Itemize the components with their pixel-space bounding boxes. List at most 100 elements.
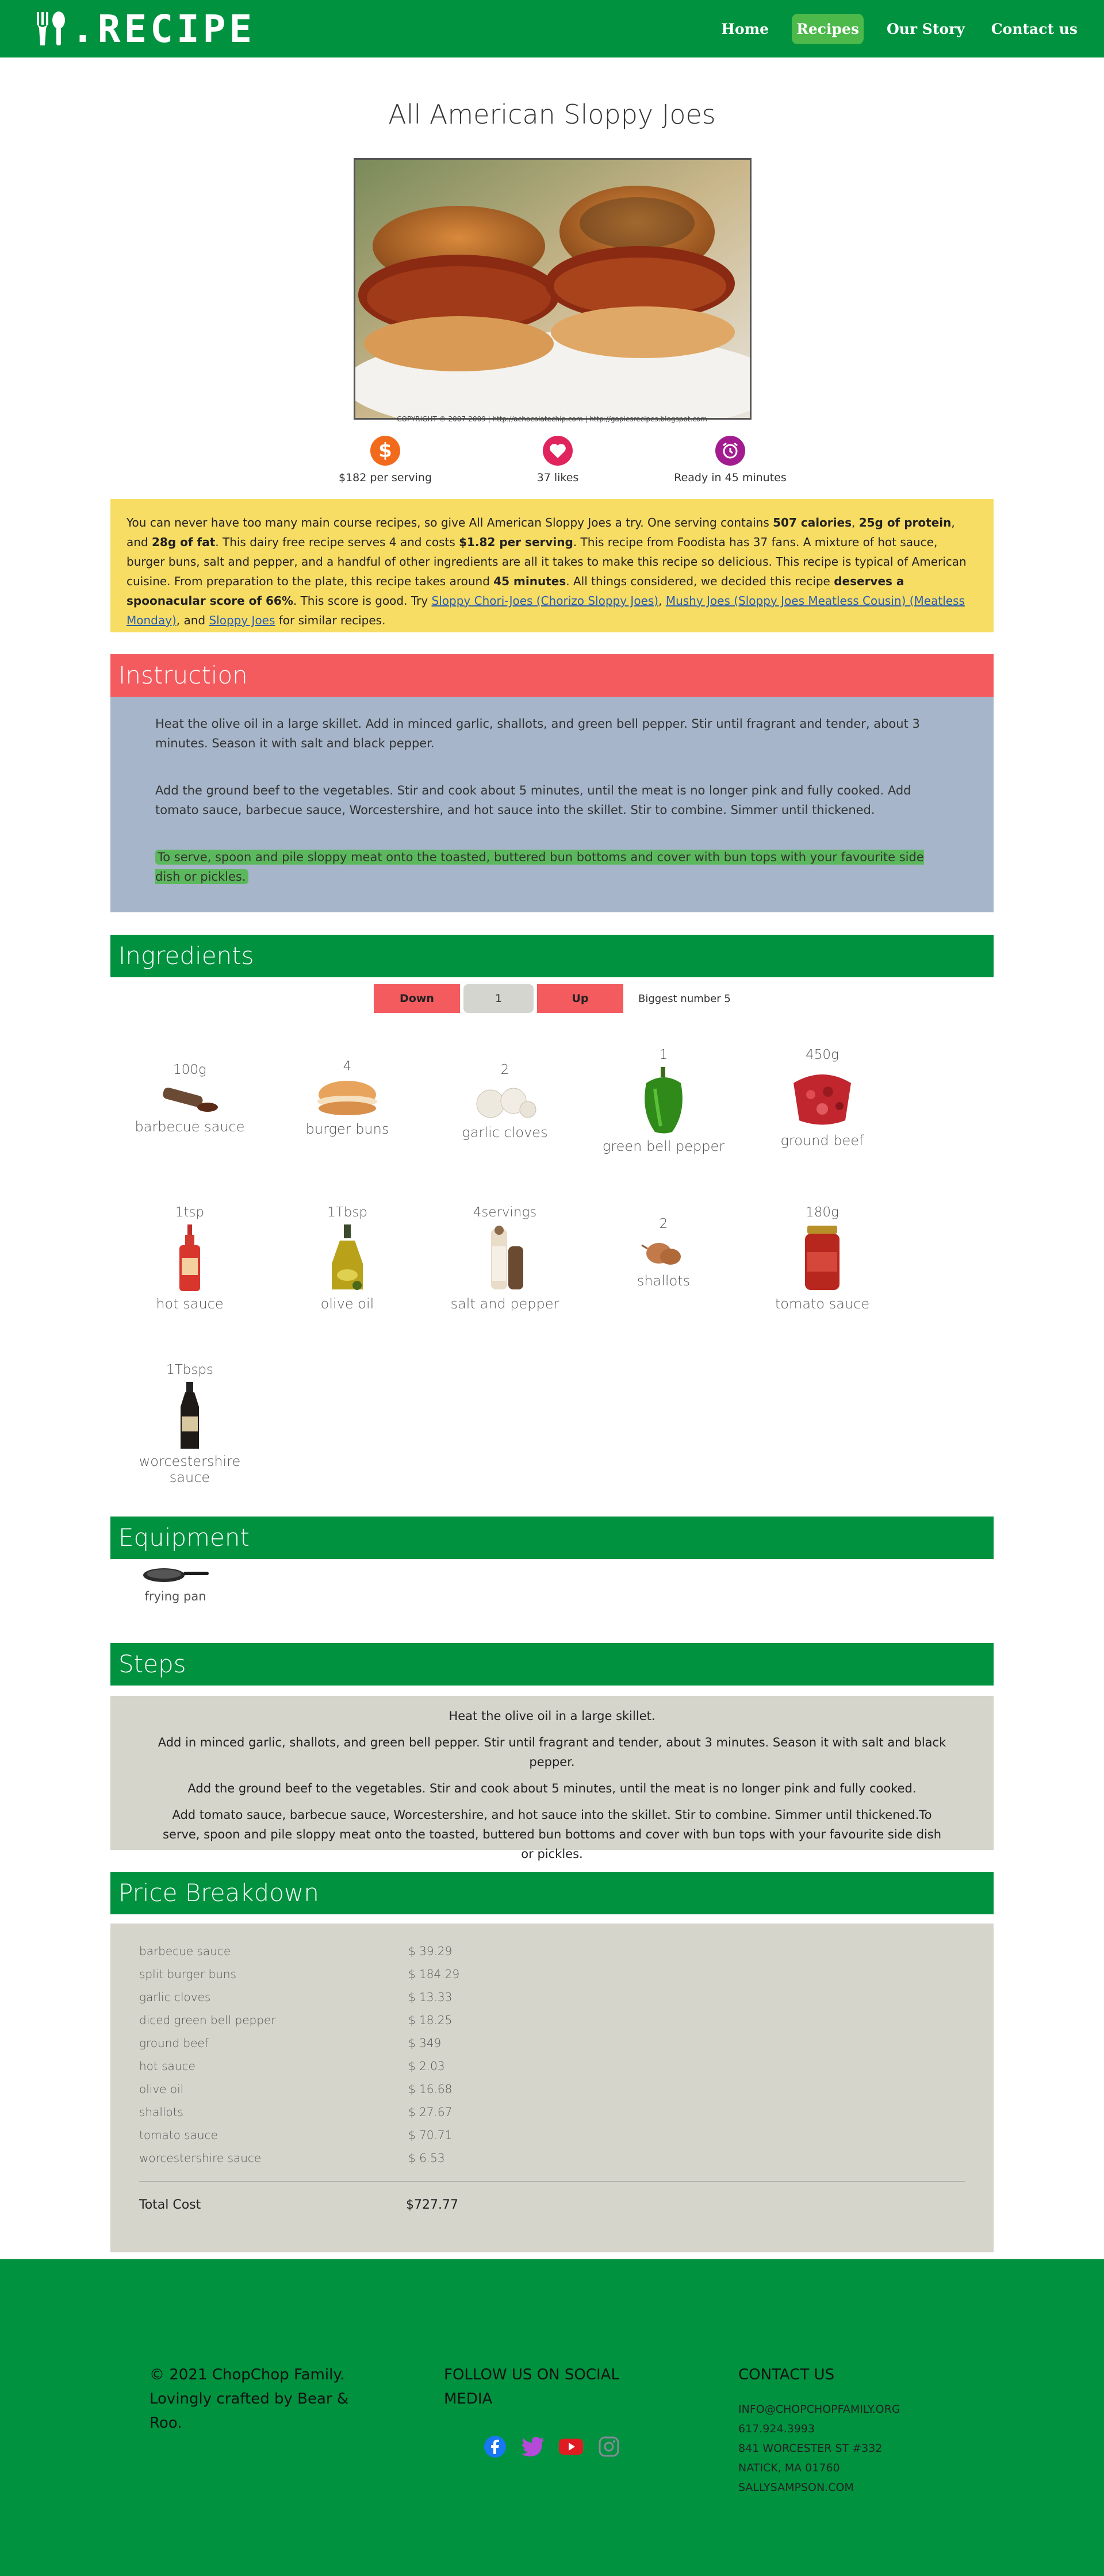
contact-address: 841 WORCESTER ST #332 [738,2442,883,2455]
ingredient-item: 1tsp hot sauce [121,1205,259,1312]
ingredient-amount: 100g [173,1062,206,1077]
instagram-icon[interactable] [596,2433,622,2460]
youtube-icon[interactable] [558,2433,584,2460]
step-item: Add tomato sauce, barbecue sauce, Worces… [162,1808,942,1861]
instruction-paragraph: Heat the olive oil in a large skillet. A… [155,717,920,750]
price-item-cost: $ 27.67 [408,2105,453,2119]
nav-recipes[interactable]: Recipes [792,14,864,44]
biggest-number-note: Biggest number 5 [638,992,731,1005]
ingredient-item: 450g ground beef [753,1047,891,1149]
price-item-cost: $ 2.03 [408,2059,445,2073]
price-row: tomato sauce $ 70.71 [139,2124,965,2147]
steps-heading: Steps [110,1643,994,1686]
recipe-title: All American Sloppy Joes [388,99,716,130]
burger-bun-icon [317,1081,377,1115]
ingredient-item: 1 green bell pepper [595,1047,733,1154]
price-row: shallots $ 27.67 [139,2101,965,2124]
ingredient-amount: 2 [659,1216,668,1231]
similar-recipe-link[interactable]: Sloppy Joes [209,613,275,627]
nav-home[interactable]: Home [718,15,772,43]
footer-contact: CONTACT US INFO@CHOPCHOPFAMILY.ORG 617.9… [738,2363,945,2497]
ingredient-name: worcestershire sauce [139,1453,241,1485]
price-row: hot sauce $ 2.03 [139,2055,965,2078]
servings-down-button[interactable]: Down [374,984,460,1013]
stat-price: $ $182 per serving [322,436,448,484]
contact-heading: CONTACT US [738,2366,835,2383]
servings-up-button[interactable]: Up [537,984,623,1013]
servings-count: 1 [463,984,534,1013]
price-item-name: worcestershire sauce [139,2151,262,2165]
contact-details: INFO@CHOPCHOPFAMILY.ORG 617.924.3993 841… [738,2400,945,2497]
contact-website[interactable]: SALLYSAMPSON.COM [738,2478,945,2497]
footer-social-heading: FOLLOW US ON SOCIAL MEDIA [444,2366,619,2408]
tomato-sauce-jar-icon [805,1226,839,1290]
price-item-name: shallots [139,2105,183,2119]
price-per-serving: $182 per serving [338,471,432,484]
price-item-cost: $ 39.29 [408,1944,453,1958]
social-links [482,2433,634,2460]
summary-text: for similar recipes. [275,613,386,627]
contact-city: NATICK, MA 01760 [738,2462,840,2474]
summary-cost: $1.82 per serving [459,535,573,549]
instruction-paragraph: Add the ground beef to the vegetables. S… [155,784,911,817]
ingredient-item: 180g tomato sauce [753,1205,891,1312]
price-item-name: ground beef [139,2036,209,2050]
price-row: olive oil $ 16.68 [139,2078,965,2101]
price-item-name: hot sauce [139,2059,195,2073]
ingredient-item: 4servings salt and pepper [436,1205,574,1312]
image-caption: COPYRIGHT © 2007-2009 | http://achocolat… [397,415,707,423]
stat-ready: Ready in 45 minutes [667,436,793,484]
facebook-icon[interactable] [482,2433,508,2460]
green-pepper-icon [645,1067,683,1134]
price-row: ground beef $ 349 [139,2032,965,2055]
price-item-cost: $ 184.29 [408,1967,460,1981]
alarm-clock-icon [715,436,745,466]
summary-text: , and [176,613,209,627]
price-item-name: split burger buns [139,1967,237,1981]
ingredient-name: burger buns [305,1121,389,1137]
ingredient-item: 1Tbsps worcestershire sauce [121,1362,259,1485]
heart-icon[interactable] [543,436,573,466]
ingredients-heading: Ingredients [110,935,994,977]
ready-time: Ready in 45 minutes [674,471,787,484]
contact-phone[interactable]: 617.924.3993 [738,2419,945,2439]
price-row: barbecue sauce $ 39.29 [139,1940,965,1963]
ingredient-amount: 4servings [473,1205,537,1220]
price-item-name: barbecue sauce [139,1944,231,1958]
summary-text: . This dairy free recipe serves 4 and co… [215,535,459,549]
ingredient-amount: 2 [500,1062,509,1077]
recipe-image [354,158,752,420]
similar-recipe-link[interactable]: Sloppy Chori-Joes (Chorizo Sloppy Joes) [432,594,659,608]
ingredient-item: 1Tbsp olive oil [278,1205,416,1312]
price-item-name: diced green bell pepper [139,2013,276,2027]
summary-time: 45 minutes [493,574,566,588]
instruction-body: Heat the olive oil in a large skillet. A… [110,697,994,912]
instruction-highlight: To serve, spoon and pile sloppy meat ont… [155,850,924,884]
ingredient-amount: 180g [806,1205,839,1220]
likes-count: 37 likes [536,471,579,484]
brand-logo[interactable]: .RECIPE [34,7,255,51]
site-footer: © 2021 ChopChop Family. Lovingly crafted… [0,2259,1104,2576]
olive-oil-icon [332,1224,363,1290]
frying-pan-icon [143,1568,209,1582]
twitter-icon[interactable] [520,2433,546,2460]
footer-copyright: © 2021 ChopChop Family. Lovingly crafted… [150,2366,349,2432]
servings-control: Down 1 Up Biggest number 5 [374,984,731,1013]
ingredient-amount: 1tsp [175,1205,205,1220]
worcestershire-sauce-icon [181,1382,199,1449]
summary-text: You can never have too many main course … [126,516,773,529]
steps-body: Heat the olive oil in a large skillet. A… [110,1696,994,1861]
summary-text: , [658,594,666,608]
nav-contact[interactable]: Contact us [988,15,1081,43]
ingredient-name: salt and pepper [450,1296,559,1312]
contact-email[interactable]: INFO@CHOPCHOPFAMILY.ORG [738,2400,945,2419]
price-item-cost: $ 13.33 [408,1990,453,2004]
recipe-summary: You can never have too many main course … [110,499,994,632]
price-item-name: garlic cloves [139,1990,211,2004]
ingredient-name: shallots [637,1273,691,1289]
ingredient-amount: 1 [659,1047,668,1062]
ingredient-name: hot sauce [156,1296,224,1312]
ingredient-name: garlic cloves [462,1124,548,1141]
sloppy-joe-illustration [355,160,750,418]
nav-our-story[interactable]: Our Story [883,15,968,43]
